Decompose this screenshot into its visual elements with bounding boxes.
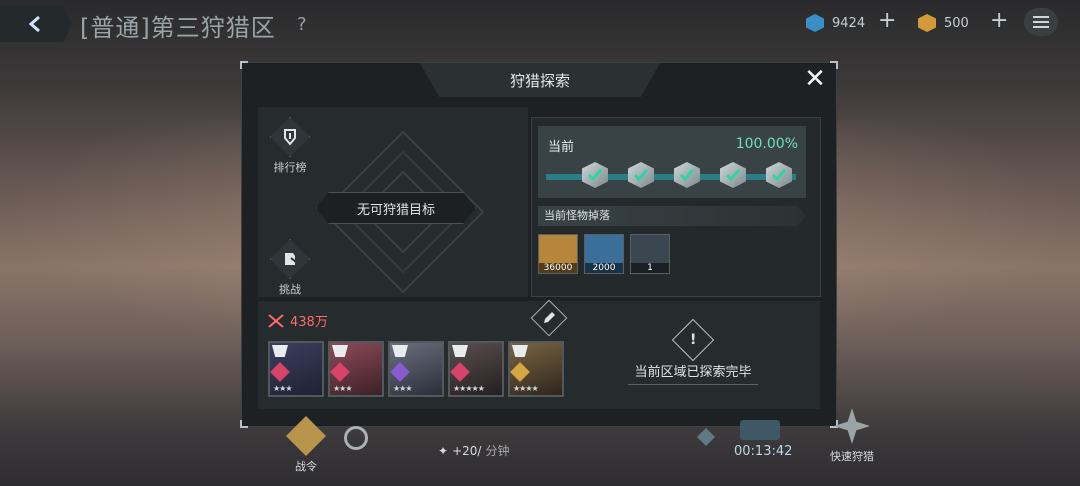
stage-title: [普通]第三狩猎区: [80, 14, 276, 42]
quick-hunt-button[interactable]: 快速狩猎: [822, 408, 882, 464]
search-icon[interactable]: [344, 426, 368, 450]
team-member-card[interactable]: ★★★: [268, 341, 324, 397]
reward-rate: ✦ +20/ 分钟: [438, 442, 509, 459]
team-member-card[interactable]: ★★★★★: [448, 341, 504, 397]
crystal-count: 9424: [832, 15, 866, 31]
power-value: 438万: [290, 315, 328, 330]
drop-item-crystal[interactable]: 2000: [584, 234, 624, 274]
modal-title: 狩猎探索: [509, 71, 570, 90]
drops-title: 当前怪物掉落: [538, 206, 806, 226]
timer-icon: [740, 420, 780, 440]
timer-value: 00:13:42: [734, 444, 793, 459]
back-arrow-icon: [28, 15, 40, 33]
battle-pass-label: 战令: [295, 460, 317, 473]
close-button[interactable]: ✕: [800, 65, 830, 95]
progress-node-complete: [720, 162, 746, 188]
corner-deco: [830, 61, 838, 69]
team-member-card[interactable]: ★★★: [388, 341, 444, 397]
quick-hunt-icon: [834, 408, 870, 444]
team-member-card[interactable]: ★★★: [328, 341, 384, 397]
star-rating: ★★★: [333, 384, 352, 393]
team-section: 438万 ★★★ ★★★ ★★★ ★★★★★ ★★★★ ! 当前区域已探索完毕: [258, 299, 820, 409]
menu-icon-line: [1033, 26, 1049, 28]
progress-panel: 当前 100.00% 当前怪物掉落 36000 2000 1: [531, 117, 821, 297]
corner-deco: [240, 61, 248, 69]
gold-cube-icon: [918, 14, 936, 32]
check-icon: [771, 169, 787, 182]
modal-title-tab: 狩猎探索: [420, 63, 660, 97]
hunt-explore-modal: 狩猎探索 ✕ 排行榜 挑战 无可狩猎目标 当前 100.00% 当前怪物掉落 3…: [240, 61, 838, 428]
explored-text: 当前区域已探索完毕: [628, 361, 758, 385]
gear-icon: ✦: [438, 443, 449, 458]
target-panel: 排行榜 挑战 无可狩猎目标: [258, 107, 528, 297]
crystal-currency: 9424: [806, 10, 865, 36]
check-icon: [679, 169, 695, 182]
progress-node-complete: [582, 162, 608, 188]
rate-value: +20/: [452, 443, 482, 458]
check-icon: [587, 169, 603, 182]
bottom-hud: 战令: [0, 400, 1080, 486]
drop-count: 36000: [539, 263, 577, 273]
quick-hunt-label: 快速狩猎: [830, 450, 874, 463]
progress-node-complete: [674, 162, 700, 188]
power-display: 438万: [268, 311, 328, 330]
crossed-swords-icon: [268, 313, 284, 328]
challenge-icon: [270, 239, 310, 279]
check-icon: [633, 169, 649, 182]
gold-currency: 500: [918, 10, 969, 36]
rate-unit: 分钟: [485, 444, 510, 458]
star-rating: ★★★★★: [453, 384, 485, 393]
crystal-icon: [806, 14, 824, 32]
star-rating: ★★★: [273, 384, 292, 393]
top-bar: [普通]第三狩猎区 ? 9424 + 500 +: [0, 0, 1080, 48]
warning-icon: !: [671, 318, 715, 362]
progress-label: 当前: [548, 140, 575, 155]
back-button[interactable]: [0, 6, 72, 42]
challenge-label: 挑战: [279, 283, 301, 296]
menu-icon-line: [1033, 16, 1049, 18]
challenge-button[interactable]: 挑战: [266, 239, 314, 297]
add-gold-button[interactable]: +: [990, 8, 1008, 33]
battle-pass-button[interactable]: 战令: [282, 416, 330, 474]
progress-box: 当前 100.00%: [538, 126, 806, 198]
ranking-label: 排行榜: [273, 161, 307, 174]
edit-team-button[interactable]: [530, 299, 568, 337]
menu-button[interactable]: [1024, 8, 1058, 36]
star-rating: ★★★★: [513, 384, 539, 393]
battle-pass-icon: [286, 416, 326, 456]
menu-icon-line: [1033, 21, 1049, 23]
pencil-icon: [544, 312, 555, 323]
drop-item-gold[interactable]: 36000: [538, 234, 578, 274]
ranking-icon: [270, 117, 310, 157]
drop-item-bullet[interactable]: 1: [630, 234, 670, 274]
explored-status: ! 当前区域已探索完毕: [628, 318, 758, 385]
ranking-button[interactable]: 排行榜: [266, 117, 314, 175]
no-target-label: 无可狩猎目标: [316, 192, 476, 224]
help-icon[interactable]: ?: [297, 14, 307, 35]
drop-count: 2000: [585, 263, 623, 273]
add-crystal-button[interactable]: +: [878, 8, 896, 33]
progress-percent: 100.00%: [735, 136, 798, 152]
progress-node-complete: [628, 162, 654, 188]
gold-count: 500: [944, 15, 969, 31]
star-rating: ★★★: [393, 384, 412, 393]
check-icon: [725, 169, 741, 182]
progress-node-complete: [766, 162, 792, 188]
drop-count: 1: [631, 263, 669, 273]
team-member-card[interactable]: ★★★★: [508, 341, 564, 397]
